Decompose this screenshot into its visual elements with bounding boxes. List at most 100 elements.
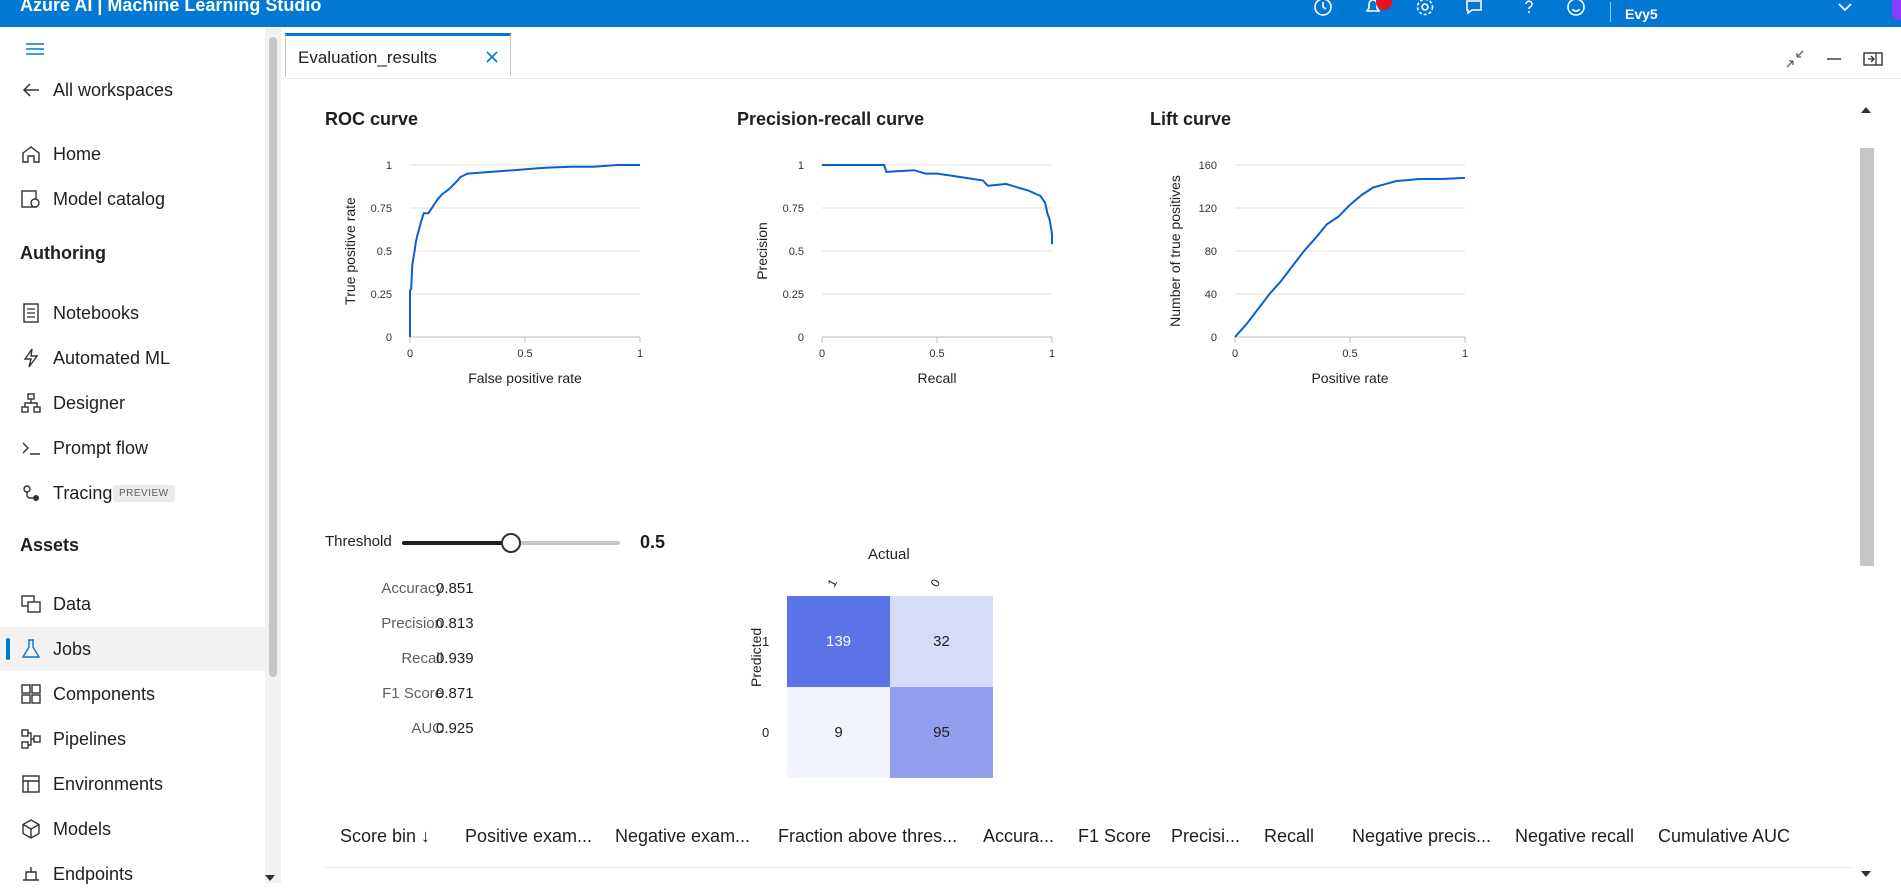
metric-row: Accuracy 0.851 xyxy=(325,580,585,604)
sidebar-item-data[interactable]: Data xyxy=(0,582,265,626)
hamburger-icon[interactable] xyxy=(24,38,46,60)
sidebar: All workspaces Home Model catalog Author… xyxy=(0,27,265,884)
metric-name: F1 Score xyxy=(382,685,443,702)
sidebar-item-prompt-flow[interactable]: Prompt flow xyxy=(0,426,265,470)
threshold-label: Threshold xyxy=(325,533,392,550)
metric-row: Precision 0.813 xyxy=(325,615,585,639)
sidebar-item-all-workspaces[interactable]: All workspaces xyxy=(0,68,265,112)
y-tick-label: 1 xyxy=(798,160,804,172)
column-header-f1-score[interactable]: F1 Score xyxy=(1078,826,1151,847)
x-tick-label: 0 xyxy=(1232,348,1238,360)
history-icon[interactable] xyxy=(1312,0,1334,18)
scrollbar-thumb[interactable] xyxy=(1860,148,1874,566)
threshold-slider-handle[interactable] xyxy=(501,533,521,553)
column-header-negative-precision[interactable]: Negative precis... xyxy=(1352,826,1491,847)
designer-icon xyxy=(20,392,42,414)
series-line xyxy=(822,164,1053,245)
y-axis-label: True positive rate xyxy=(342,197,358,305)
top-bar: Azure AI | Machine Learning Studio Evy5 xyxy=(0,0,1901,27)
scroll-up-icon[interactable] xyxy=(1860,102,1872,120)
y-tick-label: 0.75 xyxy=(371,203,392,215)
minimize-icon[interactable] xyxy=(1823,48,1845,70)
sidebar-item-model-catalog[interactable]: Model catalog xyxy=(0,177,265,221)
lift-chart-title: Lift curve xyxy=(1150,109,1232,129)
data-icon xyxy=(20,593,42,615)
environment-icon xyxy=(20,773,42,795)
sidebar-scroll-down-icon[interactable] xyxy=(264,870,276,888)
threshold-slider[interactable] xyxy=(402,533,620,553)
scrollbar-thumb[interactable] xyxy=(269,37,277,677)
tab-evaluation-results[interactable]: Evaluation_results xyxy=(285,33,511,77)
sidebar-item-home[interactable]: Home xyxy=(0,132,265,176)
sidebar-item-jobs[interactable]: Jobs xyxy=(0,627,265,671)
collapse-icon[interactable] xyxy=(1784,48,1806,70)
avatar[interactable] xyxy=(1892,0,1901,20)
feedback-icon[interactable] xyxy=(1463,0,1485,18)
sidebar-item-label: Environments xyxy=(53,773,164,794)
column-header-score-bin[interactable]: Score bin ↓ xyxy=(340,826,430,847)
sidebar-scrollbar[interactable] xyxy=(265,27,281,883)
metric-row: F1 Score 0.871 xyxy=(325,685,585,709)
main-scrollbar[interactable] xyxy=(1856,100,1874,883)
x-tick-label: 0.5 xyxy=(1342,348,1357,360)
settings-icon[interactable] xyxy=(1414,0,1436,18)
sidebar-item-components[interactable]: Components xyxy=(0,672,265,716)
sidebar-item-label: Pipelines xyxy=(53,728,127,749)
hamburger-menu-button[interactable] xyxy=(0,27,265,71)
column-header-cumulative-auc[interactable]: Cumulative AUC xyxy=(1658,826,1790,847)
scroll-down-icon[interactable] xyxy=(1860,866,1872,884)
metric-value: 0.925 xyxy=(436,720,474,737)
roc-chart: 0 0.25 0.5 0.75 1 0 0.5 1 False positive rate Tru… xyxy=(342,160,643,386)
precision-recall-chart: 0 0.25 0.5 0.75 1 0 0.5 1 Recall Precision xyxy=(754,160,1055,386)
sidebar-item-pipelines[interactable]: Pipelines xyxy=(0,717,265,761)
column-header-positive-examples[interactable]: Positive exam... xyxy=(465,826,592,847)
x-tick-label: 0.5 xyxy=(929,348,944,360)
sidebar-item-automated-ml[interactable]: Automated ML xyxy=(0,336,265,380)
metric-row: AUC 0.925 xyxy=(325,720,585,744)
y-tick-label: 0 xyxy=(1211,332,1217,344)
dock-panel-icon[interactable] xyxy=(1862,48,1884,70)
chevron-down-icon[interactable] xyxy=(1834,0,1856,18)
x-tick-label: 0 xyxy=(819,348,825,360)
column-header-precision[interactable]: Precisi... xyxy=(1171,826,1240,847)
sidebar-item-notebooks[interactable]: Notebooks xyxy=(0,291,265,335)
confusion-row-label: 0 xyxy=(762,725,770,740)
column-header-accuracy[interactable]: Accura... xyxy=(983,826,1054,847)
confusion-cell: 32 xyxy=(890,596,993,687)
pipeline-icon xyxy=(20,728,42,750)
section-header-authoring: Authoring xyxy=(20,243,106,263)
y-tick-label: 40 xyxy=(1205,289,1217,301)
sidebar-item-label: Components xyxy=(53,683,156,704)
column-header-negative-recall[interactable]: Negative recall xyxy=(1515,826,1634,847)
sidebar-item-label: Jobs xyxy=(53,638,92,659)
smiley-icon[interactable] xyxy=(1565,0,1587,18)
preview-badge: PREVIEW xyxy=(113,484,175,502)
confusion-cell: 139 xyxy=(787,596,890,687)
y-tick-label: 120 xyxy=(1199,203,1217,215)
results-table-header: Score bin ↓ Positive exam... Negative ex… xyxy=(322,808,1852,868)
close-icon[interactable] xyxy=(484,49,500,65)
threshold-value: 0.5 xyxy=(640,532,666,552)
column-header-recall[interactable]: Recall xyxy=(1264,826,1314,847)
sidebar-item-label: All workspaces xyxy=(53,79,174,100)
sidebar-item-label: Designer xyxy=(53,392,126,413)
help-icon[interactable] xyxy=(1518,0,1540,18)
x-tick-label: 1 xyxy=(1049,348,1055,360)
notification-badge xyxy=(1376,0,1392,10)
notebook-icon xyxy=(20,302,42,324)
topbar-separator xyxy=(1610,2,1611,22)
sidebar-item-models[interactable]: Models xyxy=(0,807,265,851)
back-arrow-icon xyxy=(20,79,42,101)
metric-row: Recall 0.939 xyxy=(325,650,585,674)
sidebar-item-designer[interactable]: Designer xyxy=(0,381,265,425)
sidebar-item-endpoints[interactable]: Endpoints xyxy=(0,852,265,896)
sidebar-item-environments[interactable]: Environments xyxy=(0,762,265,806)
sidebar-item-label: Notebooks xyxy=(53,302,140,323)
sidebar-item-tracing[interactable]: Tracing PREVIEW xyxy=(0,471,265,515)
lift-chart: 0 40 80 120 160 0 0.5 1 Positive rate Number of t… xyxy=(1167,160,1468,386)
user-name[interactable]: Evy5 xyxy=(1625,6,1658,22)
confusion-col-label: 1 xyxy=(824,576,841,590)
confusion-actual-label: Actual xyxy=(868,546,910,563)
column-header-fraction-above-threshold[interactable]: Fraction above thres... xyxy=(778,826,957,847)
column-header-negative-examples[interactable]: Negative exam... xyxy=(615,826,750,847)
